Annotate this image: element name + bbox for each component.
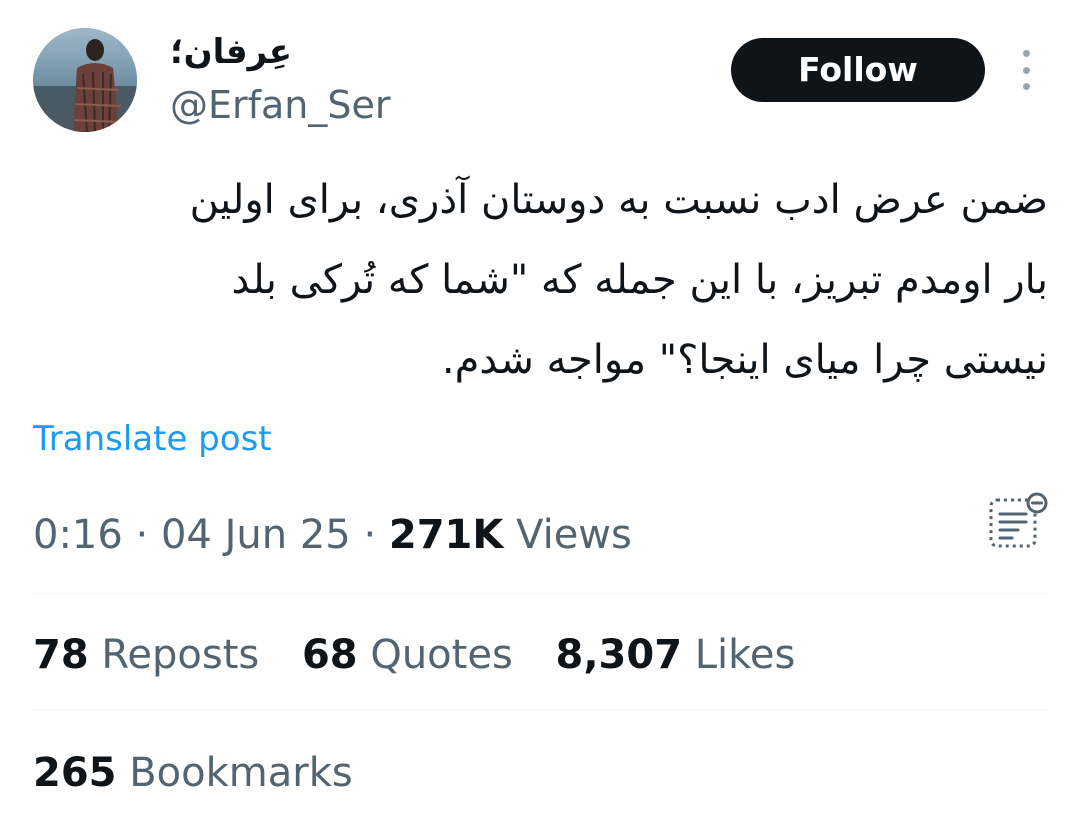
- likes-stat[interactable]: 8,307 Likes: [556, 628, 796, 682]
- follow-button[interactable]: Follow: [731, 38, 985, 102]
- more-dot: [1022, 66, 1030, 74]
- tweet-date[interactable]: 04 Jun 25: [161, 512, 351, 558]
- avatar[interactable]: [33, 28, 137, 132]
- quotes-stat[interactable]: 68 Quotes: [302, 628, 513, 682]
- views-label: Views: [516, 512, 632, 558]
- more-vertical-icon[interactable]: [1014, 50, 1038, 90]
- meta-separator: ·: [363, 512, 377, 558]
- analytics-icon-graphic: [989, 492, 1048, 548]
- divider: [33, 709, 1048, 710]
- bookmarks-label: Bookmarks: [129, 750, 353, 796]
- views-count: 271K: [388, 512, 504, 558]
- more-dot: [1022, 83, 1030, 90]
- reposts-label: Reposts: [101, 632, 260, 678]
- post-analytics-icon[interactable]: [985, 490, 1049, 554]
- avatar-image: [33, 28, 137, 132]
- reposts-stat[interactable]: 78 Reposts: [33, 628, 259, 682]
- likes-label: Likes: [694, 632, 796, 678]
- more-dot: [1022, 50, 1030, 57]
- tweet-text: ضمن عرض ادب نسبت به دوستان آذری، برای او…: [189, 177, 1048, 383]
- bookmarks-stats: 265 Bookmarks: [33, 746, 383, 800]
- quotes-count: 68: [301, 632, 358, 678]
- author-display-name[interactable]: عِرفان؛: [170, 30, 292, 74]
- tweet-time[interactable]: 0:16: [33, 512, 123, 558]
- bookmarks-count: 265: [33, 750, 117, 796]
- bookmarks-stat[interactable]: 265 Bookmarks: [33, 746, 353, 800]
- divider: [33, 593, 1048, 594]
- meta-separator: ·: [135, 512, 149, 558]
- tweet-meta: 0:16 · 04 Jun 25 · 271K Views: [33, 508, 632, 562]
- author-handle[interactable]: @Erfan_Ser: [170, 82, 391, 128]
- likes-count: 8,307: [555, 632, 683, 678]
- engagement-stats: 78 Reposts 68 Quotes 8,307 Likes: [33, 628, 825, 682]
- quotes-label: Quotes: [370, 632, 513, 678]
- reposts-count: 78: [33, 632, 89, 678]
- translate-post-link[interactable]: Translate post: [33, 415, 272, 463]
